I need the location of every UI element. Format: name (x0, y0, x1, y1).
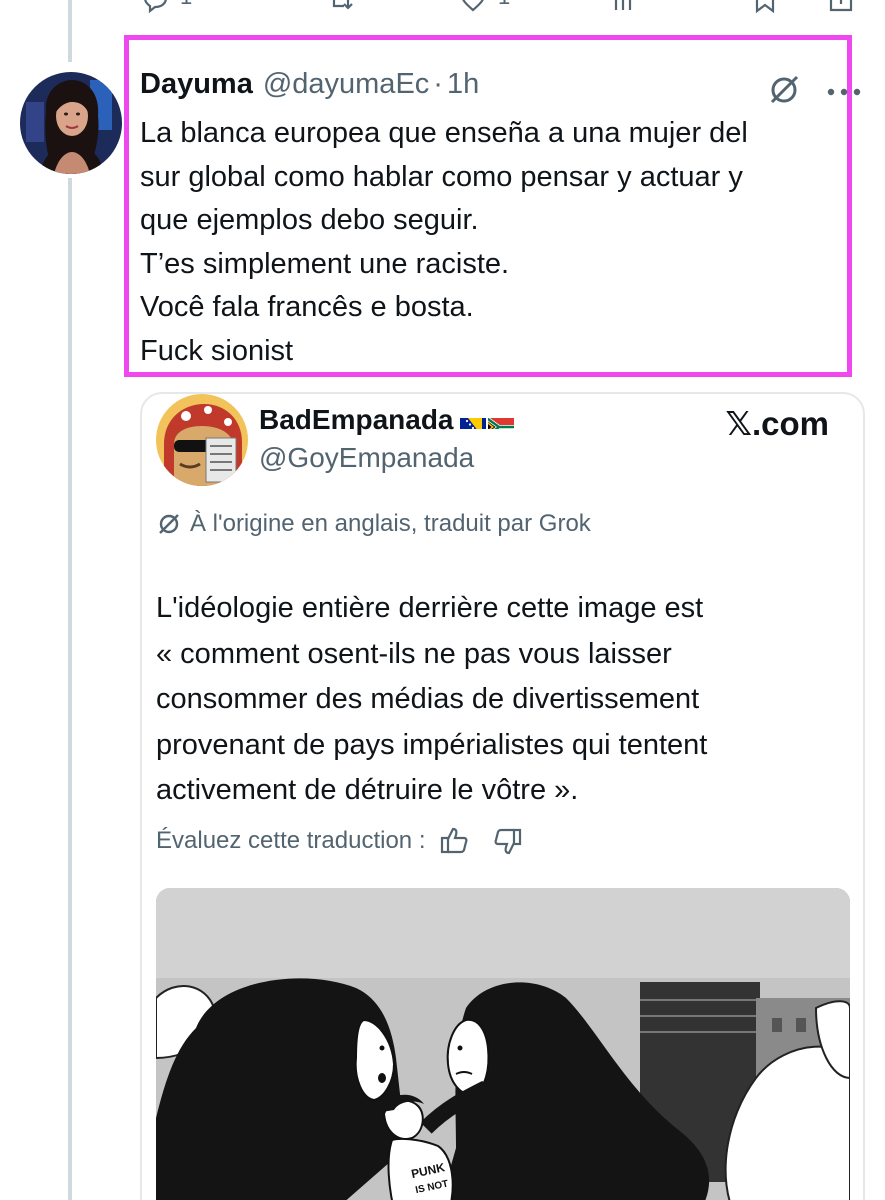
quote-display-name[interactable]: BadEmpanada (259, 404, 454, 436)
rate-translation-label: Évaluez cette traduction : (156, 827, 426, 854)
thumbs-down-icon[interactable] (493, 826, 523, 856)
translation-note: À l'origine en anglais, traduit par Grok (156, 510, 591, 538)
share-icon[interactable] (826, 0, 860, 14)
quote-handle[interactable]: @GoyEmpanada (259, 442, 474, 474)
quote-text-line: « comment osent-ils ne pas vous laisser (156, 637, 672, 670)
reply-text-line: Você fala francês e bosta. (140, 291, 474, 323)
thread-line (68, 0, 72, 62)
x-logo[interactable]: 𝕏.com (725, 404, 829, 443)
reply-count: 1 (180, 0, 192, 10)
quoted-tweet-card[interactable]: BadEmpanada @GoyEmpanada 𝕏.com À l'origi… (140, 392, 865, 1200)
timestamp[interactable]: 1h (447, 68, 479, 101)
reply-text-line: sur global como hablar como pensar y act… (140, 160, 743, 193)
south-africa-flag-icon (487, 411, 514, 429)
bosnia-flag-icon (459, 411, 486, 429)
quote-text-line: L'idéologie entière derrière cette image… (156, 592, 704, 624)
repost-icon[interactable] (326, 0, 360, 14)
quote-text-line: activement de détruire le vôtre ». (156, 774, 579, 806)
rate-translation-row: Évaluez cette traduction : (156, 826, 523, 856)
reply-text-line: La blanca europea que enseña a una mujer… (140, 117, 748, 149)
more-options-icon[interactable] (826, 84, 862, 96)
views-icon[interactable] (610, 0, 644, 14)
translation-note-text: À l'origine en anglais, traduit par Grok (190, 510, 591, 537)
grok-icon[interactable] (766, 72, 802, 108)
thumbs-up-icon[interactable] (439, 826, 469, 856)
previous-tweet-actions: 1 1 (140, 0, 870, 16)
reply-author-row: Dayuma @dayumaEc · 1h (140, 68, 479, 108)
like-count: 1 (498, 0, 510, 10)
separator: · (433, 68, 443, 100)
bookmark-icon[interactable] (750, 0, 784, 14)
avatar[interactable] (20, 72, 122, 174)
reply-icon[interactable] (140, 0, 174, 14)
quote-text-line: provenant de pays impérialistes qui tent… (156, 728, 708, 761)
quote-media-image[interactable]: PUNK IS NOT (156, 888, 850, 1200)
reply-text-line: que ejemplos debo seguir. (140, 204, 479, 236)
reply-text-line: T’es simplement une raciste. (140, 247, 510, 280)
reply-text-line: Fuck sionist (140, 334, 294, 367)
quote-avatar[interactable] (156, 394, 248, 486)
quote-text: L'idéologie entière derrière cette image… (156, 586, 846, 814)
grok-icon (159, 514, 179, 534)
reply-text: La blanca europea que enseña a una mujer… (140, 112, 850, 373)
quote-author-row: BadEmpanada (259, 404, 514, 436)
handle[interactable]: @dayumaEc (263, 68, 429, 101)
display-name[interactable]: Dayuma (140, 68, 253, 101)
thread-line (68, 178, 72, 1200)
like-icon[interactable] (458, 0, 492, 14)
quote-text-line: consommer des médias de divertissement (156, 683, 700, 715)
